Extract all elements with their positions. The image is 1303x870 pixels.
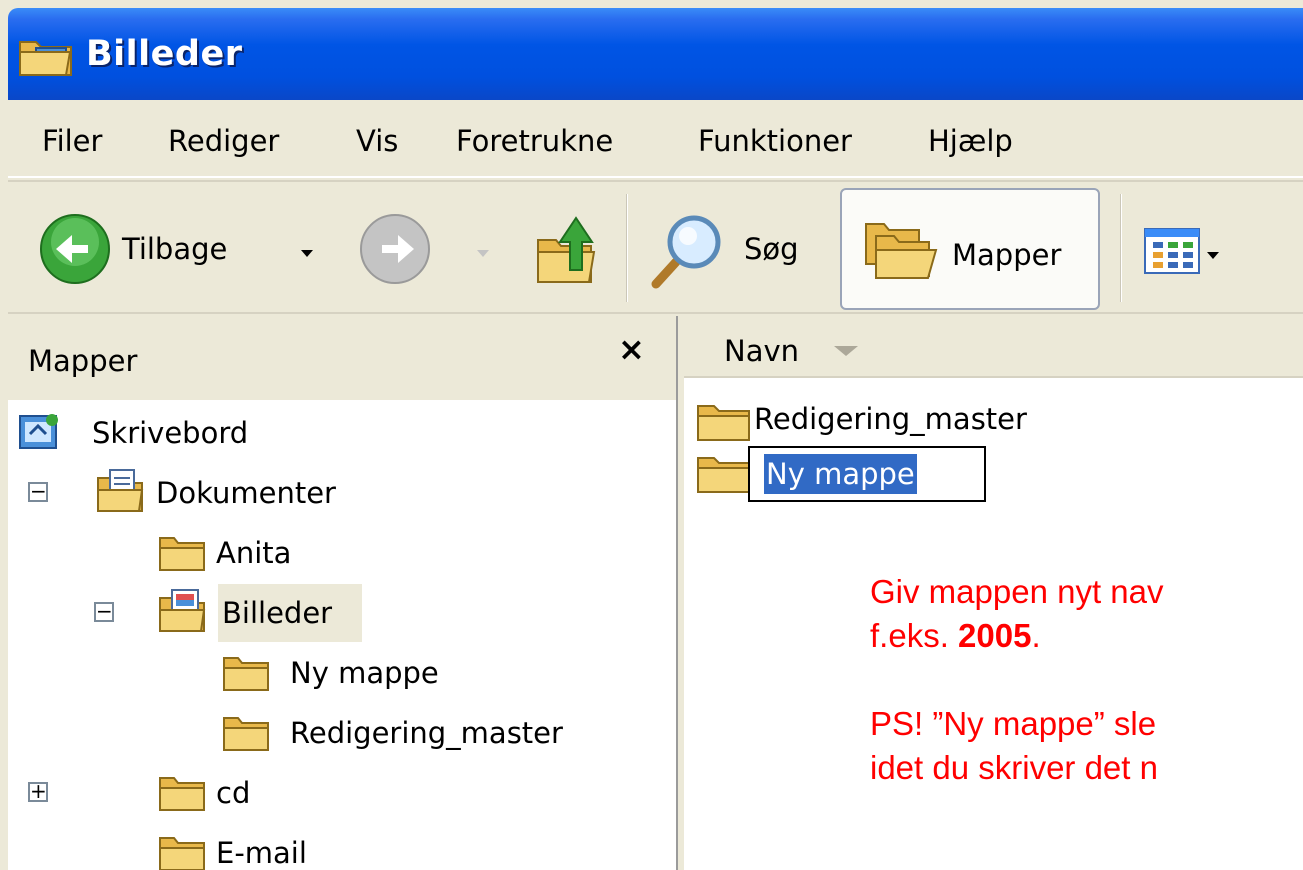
- toolbar: Tilbage Søg Mapper: [8, 180, 1303, 314]
- tree-label: Ny mappe: [290, 656, 439, 690]
- folder-up-icon: [532, 216, 602, 294]
- folder-icon: [696, 402, 752, 446]
- search-label: Søg: [744, 232, 799, 266]
- tree-item-cd[interactable]: + cd: [8, 764, 676, 822]
- tree-item-billeder[interactable]: − Billeder: [8, 584, 676, 642]
- rename-input[interactable]: Ny mappe: [748, 446, 986, 502]
- folders-label: Mapper: [952, 238, 1062, 272]
- menu-filer[interactable]: Filer: [42, 124, 102, 158]
- desktop-icon: [18, 412, 60, 456]
- folder-icon: [222, 714, 270, 756]
- instruction-note: Giv mappen nyt nav f.eks. 2005. PS! ”Ny m…: [870, 552, 1303, 838]
- forward-arrow-icon: [358, 212, 432, 290]
- instruction-line-3: PS! ”Ny mappe” sle: [870, 705, 1157, 742]
- close-icon[interactable]: ×: [618, 330, 645, 368]
- folder-icon: [696, 454, 752, 498]
- tree-item-anita[interactable]: Anita: [8, 524, 676, 582]
- content-pane: Navn Redigering_master Ny mappe Giv mapp…: [684, 316, 1303, 870]
- file-label: Redigering_master: [754, 402, 1027, 436]
- tree-item-dokumenter[interactable]: − Dokumenter: [8, 464, 676, 522]
- folders-icon: [862, 216, 938, 290]
- folders-button[interactable]: Mapper: [840, 188, 1100, 310]
- back-dropdown-icon[interactable]: [300, 244, 314, 263]
- forward-button[interactable]: [358, 212, 508, 288]
- explorer-window: Billeder Filer Rediger Vis Foretrukne Fu…: [8, 0, 1303, 870]
- tree-item-skrivebord[interactable]: Skrivebord: [8, 404, 676, 462]
- sort-arrow-icon: [834, 346, 858, 356]
- column-header-label: Navn: [724, 334, 800, 368]
- title-bar[interactable]: Billeder: [8, 8, 1303, 100]
- instruction-example-value: 2005: [958, 617, 1032, 654]
- menu-funktioner[interactable]: Funktioner: [698, 124, 852, 158]
- tree-item-ny-mappe[interactable]: Ny mappe: [8, 644, 676, 702]
- forward-dropdown-icon[interactable]: [476, 244, 490, 263]
- column-header-name[interactable]: Navn: [684, 316, 1303, 378]
- views-button[interactable]: [1144, 228, 1244, 278]
- tree-label: Dokumenter: [156, 476, 336, 510]
- menu-bar: Filer Rediger Vis Foretrukne Funktioner …: [8, 100, 1303, 178]
- search-button[interactable]: Søg: [648, 210, 828, 290]
- tree-item-e-mail[interactable]: E-mail: [8, 824, 676, 870]
- rename-selected-text: Ny mappe: [764, 454, 917, 494]
- instruction-line-2-suffix: .: [1031, 617, 1041, 654]
- menu-vis[interactable]: Vis: [356, 124, 398, 158]
- collapse-icon[interactable]: −: [28, 481, 48, 502]
- tree-label: cd: [216, 776, 251, 810]
- instruction-line-2-prefix: f.eks.: [870, 617, 959, 654]
- folder-pane-header: Mapper ×: [8, 316, 676, 400]
- toolbar-separator: [626, 194, 628, 302]
- documents-folder-icon: [96, 468, 146, 518]
- menu-hjaelp[interactable]: Hjælp: [928, 124, 1013, 158]
- instruction-line-1: Giv mappen nyt nav: [870, 573, 1164, 610]
- collapse-icon[interactable]: −: [94, 601, 114, 622]
- expand-icon[interactable]: +: [28, 781, 48, 802]
- file-item-redigering-master[interactable]: Redigering_master: [696, 400, 1116, 444]
- folder-icon: [222, 654, 270, 696]
- views-dropdown-icon[interactable]: [1206, 246, 1220, 265]
- menu-rediger[interactable]: Rediger: [168, 124, 279, 158]
- folder-icon: [158, 774, 206, 816]
- view-grid-icon: [1144, 228, 1200, 278]
- folder-photos-icon: [18, 34, 74, 82]
- instruction-line-4: idet du skriver det n: [870, 749, 1158, 786]
- folder-icon: [158, 534, 206, 576]
- menu-foretrukne[interactable]: Foretrukne: [456, 124, 613, 158]
- up-folder-button[interactable]: [532, 210, 602, 290]
- back-arrow-icon: [38, 212, 112, 290]
- pictures-folder-icon: [158, 588, 208, 638]
- tree-item-redigering-master[interactable]: Redigering_master: [8, 704, 676, 762]
- tree-label: Anita: [216, 536, 292, 570]
- search-icon: [648, 210, 728, 294]
- back-button[interactable]: Tilbage: [38, 212, 328, 288]
- tree-label: Skrivebord: [92, 416, 249, 450]
- tree-label: E-mail: [216, 836, 307, 870]
- window-title: Billeder: [86, 34, 243, 74]
- folder-icon: [158, 834, 206, 870]
- folder-tree-pane: Mapper × Skrivebord − Dokumenter Anita −…: [8, 316, 678, 870]
- toolbar-separator: [1120, 194, 1122, 302]
- tree-label: Billeder: [222, 596, 333, 630]
- folder-pane-title: Mapper: [28, 344, 138, 378]
- back-label: Tilbage: [122, 232, 228, 266]
- file-item-ny-mappe[interactable]: [696, 452, 752, 496]
- tree-label: Redigering_master: [290, 716, 563, 750]
